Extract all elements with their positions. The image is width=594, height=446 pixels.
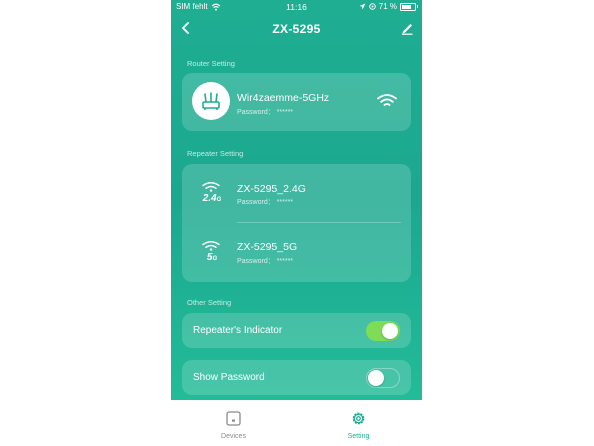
router-section-label: Router Setting (187, 59, 235, 68)
repeater-network-item[interactable]: 5G ZX-5295_5G Password： ****** (182, 223, 411, 282)
router-network-name: Wir4zaemme-5GHz (237, 92, 330, 104)
router-network-card[interactable]: Wir4zaemme-5GHz Password： ****** (182, 73, 411, 131)
band-24g-label: 2.4G (202, 193, 222, 204)
indicator-toggle-label: Repeater's Indicator (193, 325, 283, 336)
devices-icon (226, 411, 241, 426)
wifi-24g-icon (202, 182, 220, 192)
show-password-toggle-row: Show Password (182, 360, 411, 395)
nav-bar: ZX-5295 (171, 13, 422, 45)
wifi-5g-icon (202, 241, 220, 251)
edit-pencil-icon[interactable] (400, 21, 414, 35)
tab-setting-label: Setting (347, 433, 370, 440)
battery-icon (400, 2, 418, 11)
router-icon (192, 82, 230, 120)
phone-screen: SIM fehlt 11:16 71 % ZX-5295 Router Sett… (171, 0, 422, 446)
alarm-icon (369, 3, 376, 10)
router-network-password: Password： ****** (237, 109, 294, 116)
show-password-toggle-label: Show Password (193, 372, 265, 383)
tab-setting[interactable]: Setting (296, 400, 421, 446)
tab-bar: Devices Setting (171, 400, 422, 446)
repeater-section-label: Repeater Setting (187, 149, 244, 158)
status-bar: SIM fehlt 11:16 71 % (171, 0, 422, 13)
toggle-knob (368, 370, 384, 386)
battery-percent: 71 % (378, 2, 397, 11)
page-title: ZX-5295 (272, 22, 321, 36)
tab-devices-label: Devices (221, 433, 246, 440)
repeater-5g-password: Password： ****** (237, 258, 294, 265)
repeater-24g-name: ZX-5295_2.4G (237, 183, 306, 195)
toggle-knob (382, 323, 398, 339)
show-password-toggle[interactable] (366, 368, 400, 388)
gear-icon (352, 412, 365, 425)
other-section-label: Other Setting (187, 298, 232, 307)
tab-devices[interactable]: Devices (171, 400, 296, 446)
repeater-24g-password: Password： ****** (237, 199, 294, 206)
wifi-signal-icon (377, 94, 397, 106)
indicator-toggle[interactable] (366, 321, 400, 341)
repeater-networks-card: 2.4G ZX-5295_2.4G Password： ****** 5G ZX… (182, 164, 411, 282)
repeater-network-item[interactable]: 2.4G ZX-5295_2.4G Password： ****** (182, 164, 411, 223)
repeater-5g-name: ZX-5295_5G (237, 241, 298, 253)
location-icon (359, 3, 366, 10)
band-5g-label: 5G (206, 252, 218, 263)
indicator-toggle-row: Repeater's Indicator (182, 313, 411, 348)
